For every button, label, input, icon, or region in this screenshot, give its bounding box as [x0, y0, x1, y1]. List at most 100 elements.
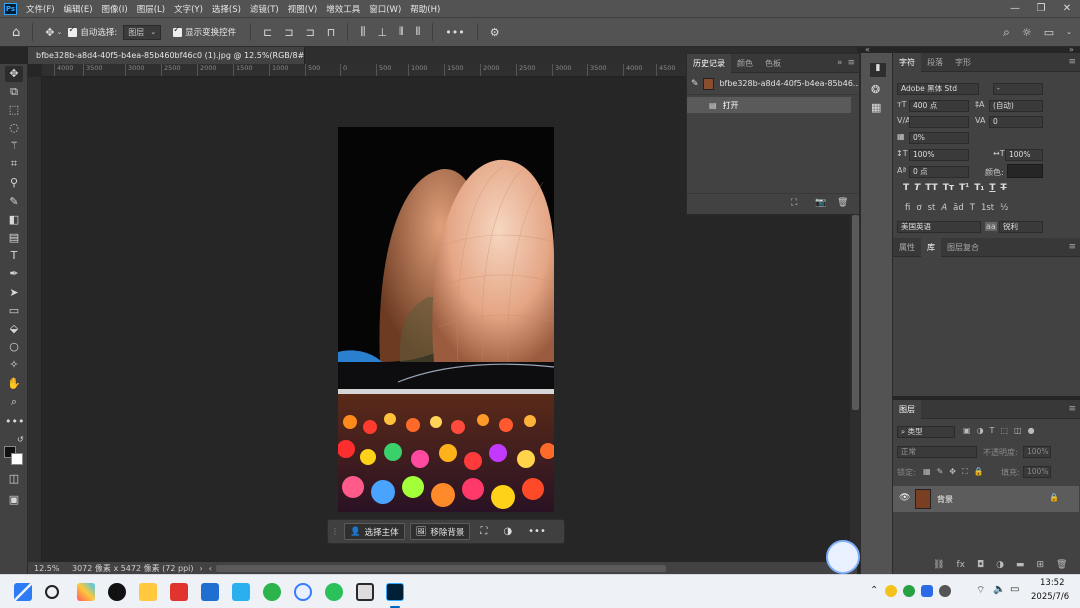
- filter-type-icon[interactable]: T: [990, 426, 995, 435]
- text-color-swatch[interactable]: [1007, 164, 1043, 178]
- tab-layers[interactable]: 图层: [893, 399, 921, 419]
- filter-adjust-icon[interactable]: ◑: [977, 426, 984, 435]
- wifi-icon[interactable]: ⌔: [976, 584, 985, 597]
- add-mask-icon[interactable]: ◘: [977, 560, 984, 570]
- align-right-icon[interactable]: ⊐: [306, 26, 315, 39]
- faux-bold-button[interactable]: T: [903, 183, 909, 193]
- eye-icon[interactable]: 👁: [899, 493, 910, 503]
- fractions-button[interactable]: ½: [1000, 203, 1008, 213]
- stylistic-alt-button[interactable]: ād: [953, 203, 964, 213]
- titling-alt-button[interactable]: T: [970, 203, 975, 213]
- menu-select[interactable]: 选择(S): [212, 3, 241, 15]
- trash-icon[interactable]: 🗑: [837, 198, 848, 208]
- drag-handle-icon[interactable]: ⋮: [331, 527, 339, 536]
- font-family-select[interactable]: Adobe 黑体 Std: [897, 83, 979, 95]
- volume-icon[interactable]: 🔈: [993, 584, 1005, 595]
- zoom-tool-icon[interactable]: ⌕: [5, 394, 23, 410]
- background-color-swatch[interactable]: [11, 453, 23, 465]
- type-tool-icon[interactable]: T: [5, 248, 23, 264]
- zoom-level[interactable]: 12.5%: [34, 564, 66, 573]
- search-icon[interactable]: [45, 585, 59, 599]
- search-icon[interactable]: ⌕: [1003, 25, 1010, 40]
- new-group-icon[interactable]: ▬: [1016, 560, 1025, 570]
- tab-glyphs[interactable]: 字形: [949, 53, 977, 72]
- panel-menu-icon[interactable]: ≡: [1068, 57, 1076, 67]
- app-icon[interactable]: [294, 583, 312, 601]
- history-step[interactable]: ▤ 打开: [687, 97, 851, 113]
- swap-colors-icon[interactable]: ↺: [17, 435, 24, 444]
- app-icon[interactable]: [356, 583, 374, 601]
- menu-image[interactable]: 图像(I): [102, 3, 128, 15]
- subscript-button[interactable]: T₁: [974, 183, 984, 193]
- leading-input[interactable]: (自动): [989, 100, 1043, 112]
- crop-tool-icon[interactable]: ⌗: [5, 156, 23, 172]
- adjustment-icon[interactable]: ◑: [503, 526, 512, 537]
- vertical-scale-input[interactable]: 100%: [909, 149, 969, 161]
- new-layer-icon[interactable]: ⊞: [1036, 560, 1044, 570]
- eraser-tool-icon[interactable]: ◧: [5, 212, 23, 228]
- collapse-icon[interactable]: »: [837, 58, 843, 68]
- menu-filter[interactable]: 滤镜(T): [250, 3, 279, 15]
- move-tool-icon[interactable]: ✥: [5, 66, 23, 82]
- menu-view[interactable]: 视图(V): [288, 3, 317, 15]
- contextual-alt-button[interactable]: ơ: [916, 203, 921, 213]
- trash-icon[interactable]: 🗑: [1056, 560, 1067, 570]
- file-explorer-icon[interactable]: [139, 583, 157, 601]
- panel-menu-icon[interactable]: ≡: [1068, 404, 1076, 414]
- chevron-down-icon[interactable]: ⌄: [56, 28, 62, 36]
- align-center-h-icon[interactable]: ⊐: [284, 26, 293, 39]
- gear-icon[interactable]: ⚙: [490, 26, 500, 39]
- align-vcenter-icon[interactable]: ⫼: [360, 25, 365, 39]
- blend-mode-select[interactable]: 正常: [897, 446, 977, 458]
- custom-shape-tool-icon[interactable]: ✧: [5, 357, 23, 373]
- menu-edit[interactable]: 编辑(E): [64, 3, 93, 15]
- document-image[interactable]: [338, 127, 554, 512]
- chevron-left-icon[interactable]: ‹: [209, 564, 212, 573]
- taskbar-date[interactable]: 2025/7/6: [1031, 592, 1069, 602]
- quick-mask-icon[interactable]: ◫: [5, 471, 23, 487]
- menu-help[interactable]: 帮助(H): [410, 3, 440, 15]
- discretionary-lig-button[interactable]: st: [928, 203, 936, 213]
- history-panel-icon[interactable]: ▮: [870, 63, 886, 77]
- move-tool-icon[interactable]: ✥: [45, 26, 54, 39]
- antialias-select[interactable]: 锐利: [999, 221, 1043, 233]
- tray-app-icon[interactable]: [921, 585, 933, 597]
- underline-button[interactable]: T: [989, 183, 995, 193]
- tab-properties[interactable]: 属性: [893, 238, 921, 257]
- menu-plugins[interactable]: 增效工具: [326, 3, 360, 15]
- filter-smart-icon[interactable]: ◫: [1014, 426, 1022, 435]
- font-size-input[interactable]: 400 点: [909, 100, 969, 112]
- align-bottom-icon[interactable]: ⊥: [377, 26, 387, 39]
- qq-icon[interactable]: [108, 583, 126, 601]
- small-caps-button[interactable]: Tт: [943, 183, 954, 193]
- tab-swatches[interactable]: 色板: [759, 54, 787, 73]
- widgets-icon[interactable]: [77, 583, 95, 601]
- distribute-h-icon[interactable]: ⫴: [399, 25, 404, 39]
- history-snapshot[interactable]: ✎ bfbe328b-a8d4-40f5-b4ea-85b46...: [687, 73, 859, 95]
- layer-filter-select[interactable]: ⌕ 类型: [897, 426, 955, 438]
- strikethrough-button[interactable]: T: [1000, 183, 1006, 193]
- all-caps-button[interactable]: TT: [925, 183, 938, 193]
- document-tab[interactable]: bfbe328b-a8d4-40f5-b4ea-85b460bf46c0 (1)…: [28, 47, 305, 64]
- tray-app-icon[interactable]: [903, 585, 915, 597]
- ligatures-button[interactable]: fi: [905, 203, 910, 213]
- align-left-icon[interactable]: ⊏: [263, 26, 272, 39]
- ellipse-tool-icon[interactable]: ○: [5, 339, 23, 355]
- workspace-icon[interactable]: ▭: [1044, 26, 1054, 39]
- app-icon[interactable]: [201, 583, 219, 601]
- chevron-up-icon[interactable]: ⌃: [870, 585, 878, 596]
- baseline-shift-input[interactable]: 0 点: [909, 166, 969, 178]
- path-select-tool-icon[interactable]: ➤: [5, 285, 23, 301]
- lock-transparency-icon[interactable]: ▦: [923, 467, 931, 477]
- menu-window[interactable]: 窗口(W): [369, 3, 401, 15]
- fx-icon[interactable]: fx: [956, 560, 965, 570]
- battery-icon[interactable]: ▭: [1010, 584, 1019, 595]
- app-icon[interactable]: [232, 583, 250, 601]
- lock-all-icon[interactable]: 🔒: [974, 467, 984, 477]
- link-layers-icon[interactable]: ⛓: [933, 560, 944, 570]
- superscript-button[interactable]: T¹: [959, 183, 969, 193]
- select-subject-button[interactable]: 👤 选择主体: [344, 523, 405, 540]
- kerning-input[interactable]: [909, 116, 969, 128]
- lock-pixels-icon[interactable]: ✎: [937, 467, 944, 477]
- more-options-icon[interactable]: •••: [528, 526, 546, 537]
